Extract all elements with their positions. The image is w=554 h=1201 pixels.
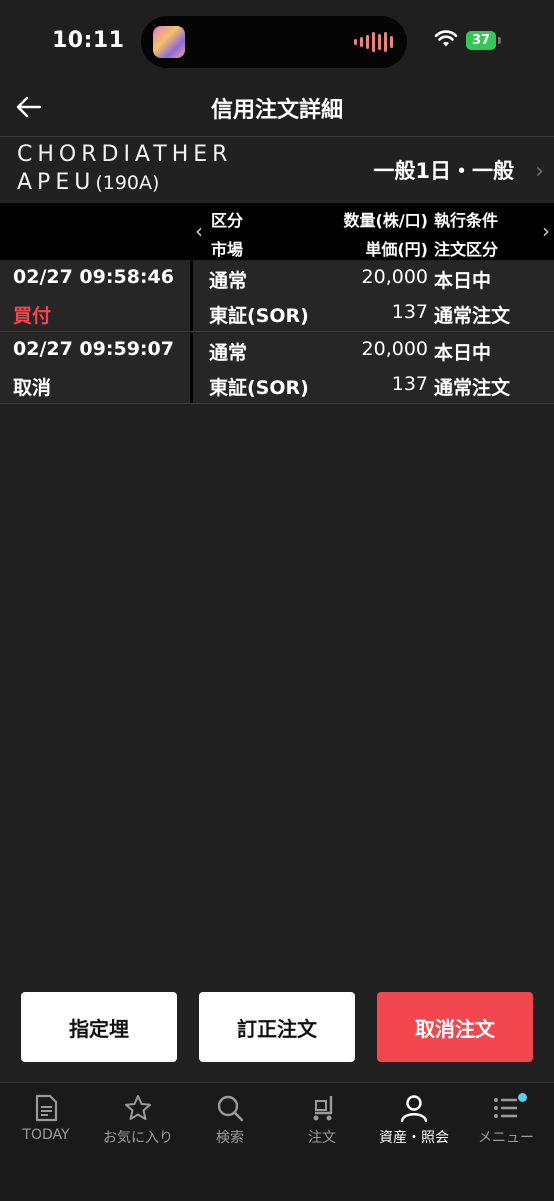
cancel-order-button[interactable]: 取消注文 bbox=[377, 992, 533, 1062]
order-market: 東証(SOR) bbox=[209, 377, 309, 399]
margin-order-type: 一般1日・一般 bbox=[373, 159, 514, 183]
table-row[interactable]: 02/27 09:58:46 買付 通常 東証(SOR) 20,000 137 … bbox=[0, 261, 554, 332]
tab-assets[interactable]: 資産・照会 bbox=[368, 1093, 460, 1153]
audio-wave-icon bbox=[354, 32, 393, 52]
order-kubun: 通常 bbox=[209, 270, 248, 292]
header-exec-condition: 執行条件 bbox=[434, 211, 499, 230]
tab-order[interactable]: 注文 bbox=[276, 1093, 368, 1153]
order-datetime: 02/27 09:59:07 bbox=[13, 338, 174, 360]
tab-today[interactable]: TODAY bbox=[0, 1093, 92, 1153]
battery-level: 37 bbox=[471, 33, 491, 48]
column-divider bbox=[190, 261, 193, 331]
stock-name-line1: CHORDIATHER bbox=[17, 142, 233, 167]
header-kubun: 区分 bbox=[211, 211, 244, 230]
stock-header[interactable]: CHORDIATHER APEU(190A) 一般1日・一般 › bbox=[0, 137, 554, 203]
status-bar: 10:11 37 bbox=[0, 0, 554, 80]
header-order-kind: 注文区分 bbox=[434, 240, 499, 259]
table-header: ‹ 区分 市場 数量(株/口) 単価(円) 執行条件 注文区分 › bbox=[0, 203, 554, 260]
order-price: 137 bbox=[391, 373, 428, 395]
order-price: 137 bbox=[391, 301, 428, 323]
tab-search[interactable]: 検索 bbox=[184, 1093, 276, 1153]
tab-label: 注文 bbox=[308, 1130, 336, 1146]
star-icon bbox=[125, 1095, 151, 1120]
stock-code: (190A) bbox=[95, 172, 160, 194]
nav-bar: 信用注文詳細 bbox=[0, 80, 554, 137]
order-kind: 通常注文 bbox=[434, 305, 511, 327]
page-title: 信用注文詳細 bbox=[210, 98, 343, 123]
chevron-right-icon[interactable]: › bbox=[542, 219, 550, 243]
status-time: 10:11 bbox=[52, 28, 125, 53]
order-quantity: 20,000 bbox=[361, 266, 428, 288]
order-datetime: 02/27 09:58:46 bbox=[13, 266, 174, 288]
cart-icon bbox=[313, 1096, 333, 1121]
dynamic-island bbox=[141, 16, 407, 68]
tab-label: お気に入り bbox=[103, 1130, 173, 1146]
search-icon bbox=[217, 1095, 244, 1122]
header-market: 市場 bbox=[211, 240, 244, 259]
order-market: 東証(SOR) bbox=[209, 305, 309, 327]
tab-label: メニュー bbox=[478, 1130, 534, 1146]
battery-tip bbox=[498, 37, 501, 44]
tab-label: 資産・照会 bbox=[379, 1130, 449, 1146]
menu-icon bbox=[494, 1098, 517, 1118]
order-quantity: 20,000 bbox=[361, 338, 428, 360]
stock-name-line2: APEU bbox=[17, 170, 96, 195]
header-quantity: 数量(株/口) bbox=[343, 211, 428, 230]
table-row[interactable]: 02/27 09:59:07 取消 通常 東証(SOR) 20,000 137 … bbox=[0, 333, 554, 404]
tab-favorites[interactable]: お気に入り bbox=[92, 1093, 184, 1153]
header-unit-price: 単価(円) bbox=[365, 240, 428, 259]
column-divider bbox=[190, 333, 193, 403]
battery-icon: 37 bbox=[466, 31, 496, 50]
stock-name-line2-wrap: APEU(190A) bbox=[17, 169, 232, 197]
designate-settlement-button[interactable]: 指定埋 bbox=[21, 992, 177, 1062]
notification-dot bbox=[518, 1093, 527, 1102]
chevron-right-icon[interactable]: › bbox=[535, 159, 544, 184]
tab-menu[interactable]: メニュー bbox=[460, 1093, 552, 1153]
modify-order-button[interactable]: 訂正注文 bbox=[199, 992, 355, 1062]
person-icon bbox=[400, 1095, 428, 1123]
wifi-icon bbox=[434, 30, 458, 47]
order-condition: 本日中 bbox=[434, 270, 492, 292]
action-bar: 指定埋 訂正注文 取消注文 bbox=[0, 980, 554, 1080]
bottom-tab-bar: TODAY お気に入り 検索 注文 資産・照会 メニュー bbox=[0, 1082, 554, 1201]
today-icon bbox=[35, 1094, 58, 1122]
tab-label: TODAY bbox=[22, 1127, 70, 1143]
order-kubun: 通常 bbox=[209, 342, 248, 364]
now-playing-artwork bbox=[153, 26, 185, 58]
order-action: 取消 bbox=[13, 377, 52, 399]
tab-label: 検索 bbox=[216, 1130, 244, 1146]
order-condition: 本日中 bbox=[434, 342, 492, 364]
order-kind: 通常注文 bbox=[434, 377, 511, 399]
chevron-left-icon[interactable]: ‹ bbox=[195, 219, 203, 243]
stock-name: CHORDIATHER APEU(190A) bbox=[17, 141, 232, 197]
order-action: 買付 bbox=[13, 305, 52, 327]
